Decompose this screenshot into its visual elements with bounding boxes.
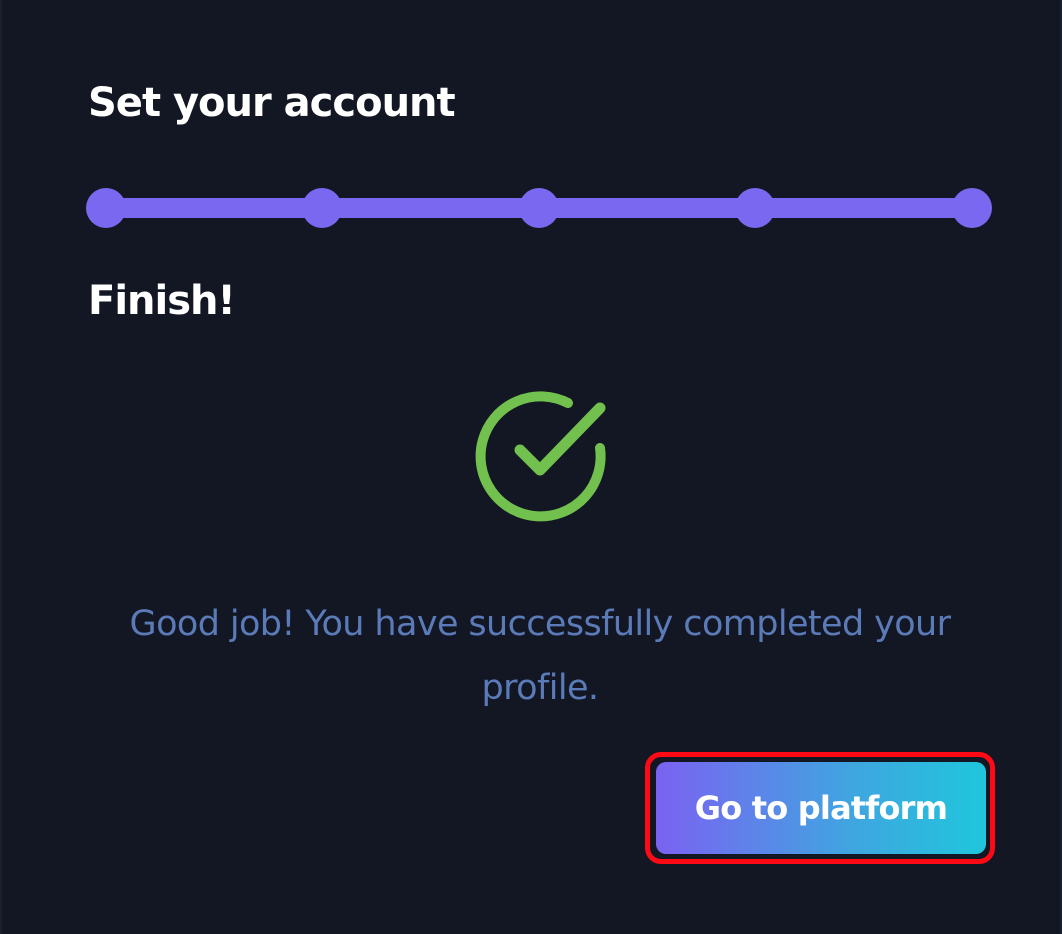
check-circle-icon <box>468 388 612 528</box>
step-dot-5 <box>952 188 992 228</box>
step-dot-3 <box>519 188 559 228</box>
step-dot-4 <box>735 188 775 228</box>
success-message: Good job! You have successfully complete… <box>129 604 951 708</box>
step-dot-2 <box>302 188 342 228</box>
frame-edge-left <box>0 0 2 934</box>
go-to-platform-button[interactable]: Go to platform <box>656 762 986 854</box>
page-title: Set your account <box>88 80 456 126</box>
status-heading: Finish! <box>88 278 236 324</box>
step-dot-1 <box>86 188 126 228</box>
onboarding-panel: Set your account Finish! Good job! You h… <box>0 0 1062 934</box>
progress-stepper <box>86 186 994 230</box>
